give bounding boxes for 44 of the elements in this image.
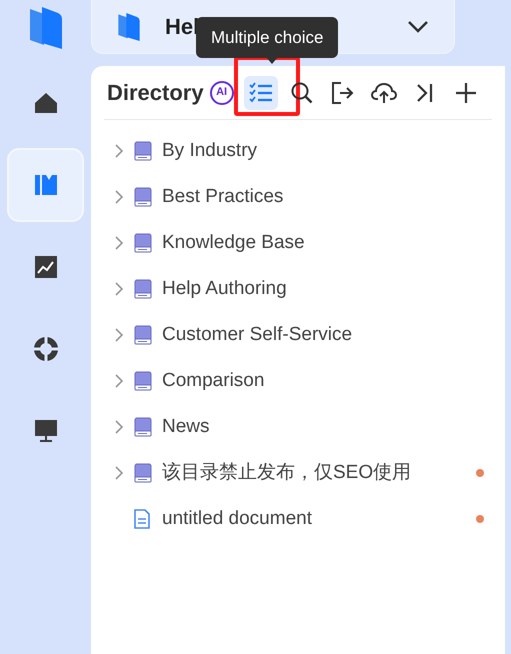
exit-icon xyxy=(332,82,354,104)
ai-badge[interactable]: AI xyxy=(210,80,234,104)
chevron-right-icon[interactable] xyxy=(114,235,124,251)
chevron-right-icon[interactable] xyxy=(114,327,124,343)
checklist-icon xyxy=(248,82,273,104)
target-icon xyxy=(32,336,58,362)
library-icon xyxy=(34,174,58,196)
tree-item[interactable]: Best Practices xyxy=(162,182,284,212)
chevron-down-icon[interactable] xyxy=(407,20,429,34)
chevron-right-icon[interactable] xyxy=(114,373,124,389)
tree-item[interactable]: Customer Self-Service xyxy=(162,320,352,350)
home-icon xyxy=(34,92,58,114)
book-icon xyxy=(134,233,152,253)
chevron-right-icon[interactable] xyxy=(114,281,124,297)
chevron-right-icon[interactable] xyxy=(114,419,124,435)
nav-button[interactable] xyxy=(7,148,84,222)
tree-item[interactable]: untitled document xyxy=(162,504,312,534)
collapse-icon xyxy=(416,82,434,102)
monitor-icon xyxy=(34,419,58,443)
chevron-right-icon[interactable] xyxy=(114,465,124,481)
book-icon xyxy=(134,187,152,207)
chart-icon xyxy=(34,256,58,278)
cloud-upload-icon xyxy=(370,82,397,104)
chevron-right-icon[interactable] xyxy=(114,143,124,159)
tree-item[interactable]: Comparison xyxy=(162,366,264,396)
panel-title: Directory xyxy=(107,79,204,107)
tree-item[interactable]: 该目录禁止发布，仅SEO使用 xyxy=(162,458,412,488)
tree-item[interactable]: By Industry xyxy=(162,136,258,166)
search-icon xyxy=(290,82,313,104)
book-icon xyxy=(134,417,152,437)
tree-item[interactable]: News xyxy=(162,412,210,442)
tooltip-arrow-icon xyxy=(266,57,278,64)
tree-item[interactable]: Help Authoring xyxy=(162,274,287,304)
logo-icon xyxy=(28,5,64,51)
document-icon xyxy=(134,509,150,529)
tree-item[interactable]: Knowledge Base xyxy=(162,228,305,258)
book-icon xyxy=(134,371,152,391)
add-icon xyxy=(454,82,477,104)
book-icon xyxy=(134,463,152,483)
chevron-right-icon[interactable] xyxy=(114,189,124,205)
book-icon xyxy=(134,141,152,161)
book-icon xyxy=(134,279,152,299)
book-icon xyxy=(134,325,152,345)
logo-icon xyxy=(117,10,141,42)
